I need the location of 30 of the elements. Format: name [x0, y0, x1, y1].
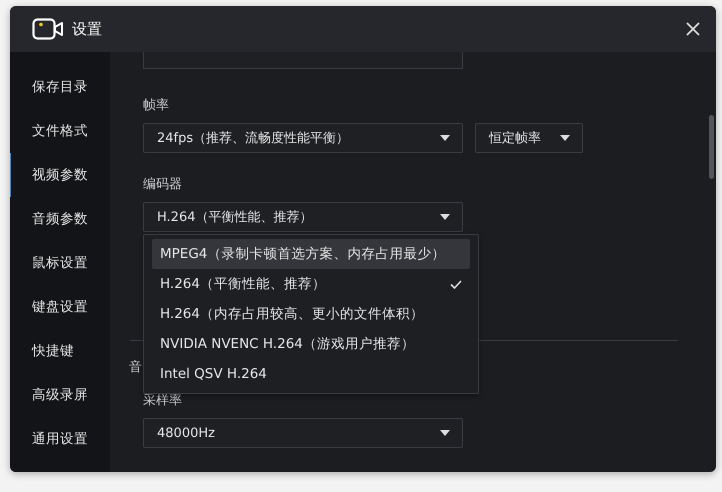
sidebar-item[interactable]: 视频参数 — [10, 153, 110, 197]
section-heading: 音 — [129, 360, 142, 376]
dropdown-option[interactable]: NVIDIA NVENC H.264（游戏用户推荐） — [152, 329, 470, 359]
sidebar-item[interactable]: 文件格式 — [10, 109, 110, 153]
close-icon — [686, 22, 700, 36]
sample-rate-select[interactable]: 48000Hz — [143, 418, 463, 448]
sidebar-item[interactable]: 高级录屏 — [10, 373, 110, 417]
caret-icon — [440, 135, 450, 141]
caret-icon — [560, 135, 570, 141]
field-label: 采样率 — [143, 393, 182, 409]
sidebar-item[interactable]: 快捷键 — [10, 329, 110, 373]
field-label: 帧率 — [143, 98, 169, 114]
scrollbar[interactable] — [709, 115, 714, 179]
dropdown-option[interactable]: H.264（平衡性能、推荐） — [152, 269, 470, 299]
sidebar-item[interactable]: 鼠标设置 — [10, 241, 110, 285]
frame-rate-select[interactable]: 24fps（推荐、流畅度性能平衡） — [143, 123, 463, 153]
caret-icon — [440, 430, 450, 436]
sidebar-item[interactable]: 通用设置 — [10, 417, 110, 461]
caret-icon — [440, 214, 450, 220]
sidebar-item[interactable]: 保存目录 — [10, 65, 110, 109]
field-label: 编码器 — [143, 177, 182, 193]
sidebar-item[interactable]: 音频参数 — [10, 197, 110, 241]
video-camera-icon — [32, 18, 64, 40]
window-title: 设置 — [72, 20, 103, 38]
dropdown-option[interactable]: MPEG4（录制卡顿首选方案、内存占用最少） — [152, 239, 470, 269]
dropdown-option[interactable]: H.264（内存占用较高、更小的文件体积） — [152, 299, 470, 329]
encoder-select[interactable]: H.264（平衡性能、推荐） — [143, 202, 463, 232]
dropdown-option[interactable]: Intel QSV H.264 — [152, 359, 470, 389]
sidebar-item[interactable]: 键盘设置 — [10, 285, 110, 329]
frame-mode-select[interactable]: 恒定帧率 — [475, 123, 583, 153]
